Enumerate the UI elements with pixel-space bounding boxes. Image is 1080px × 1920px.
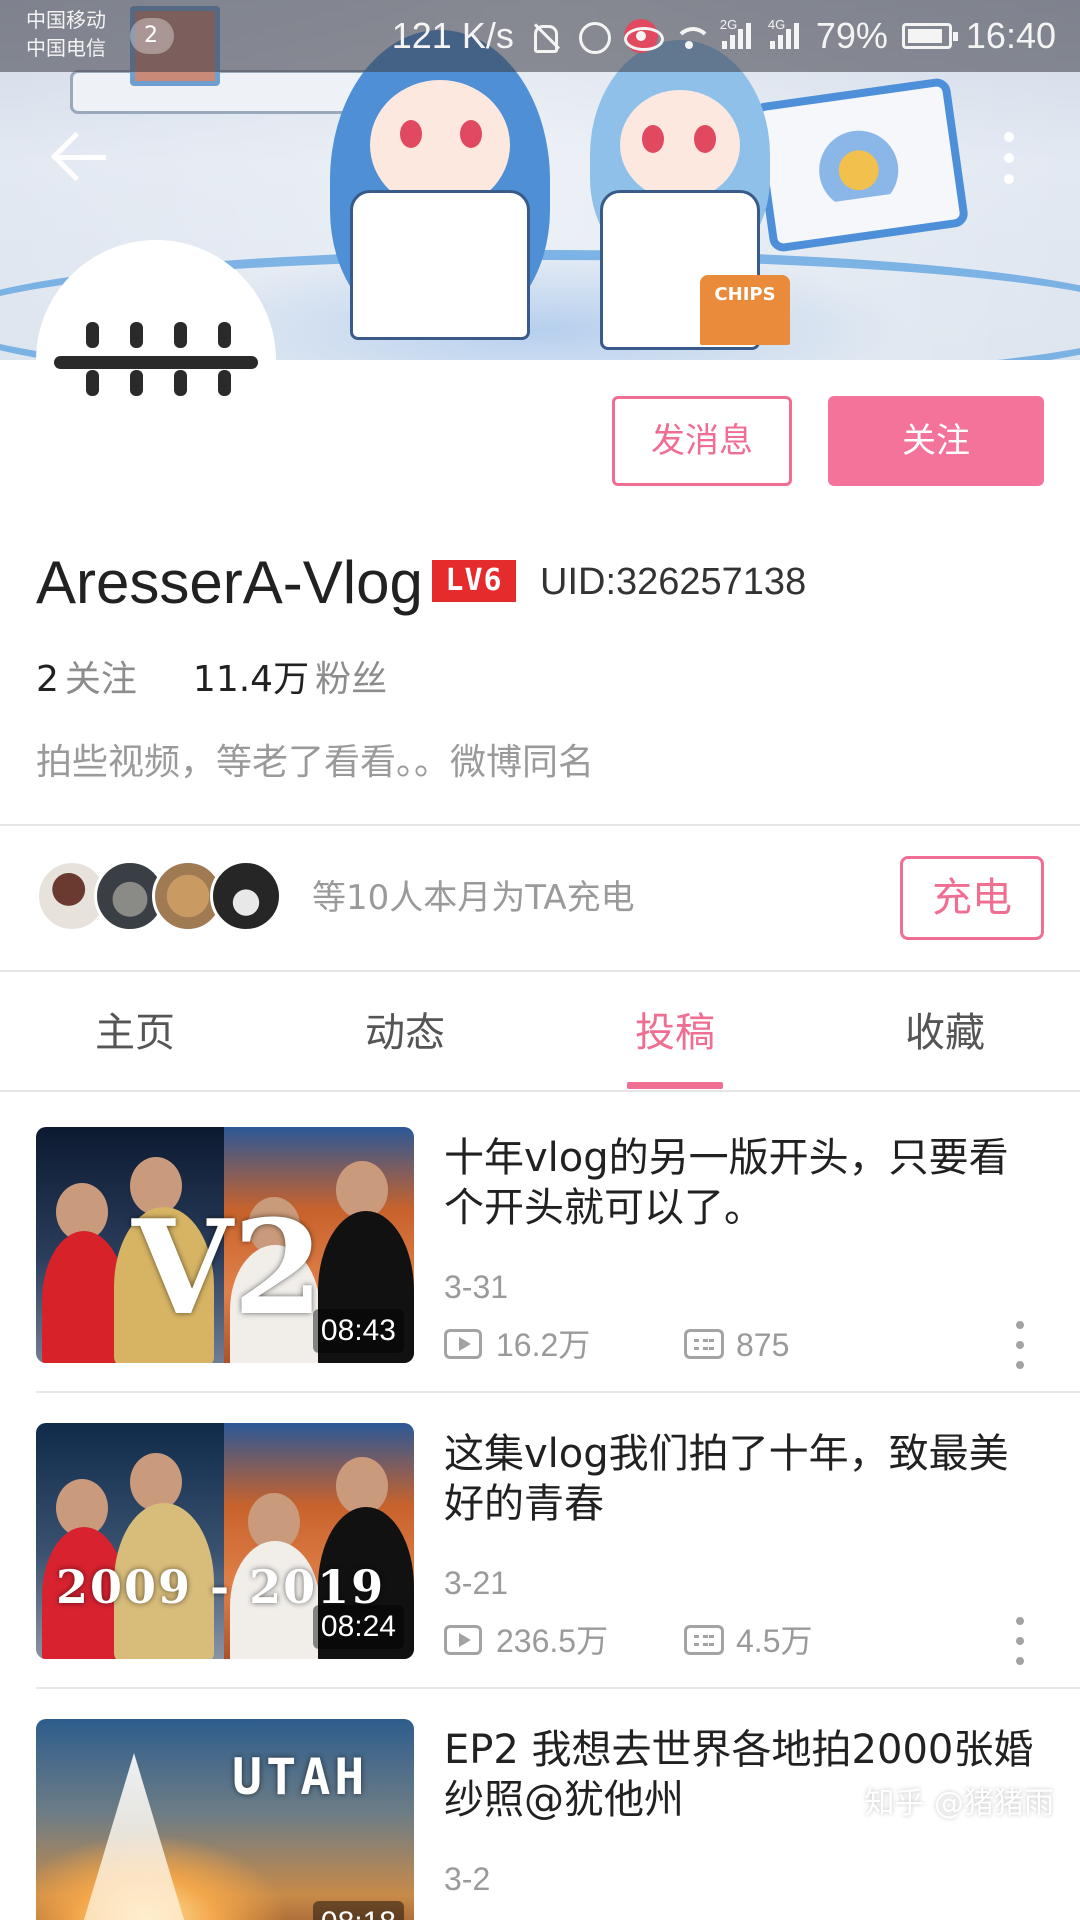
clock: 16:40 [965, 15, 1056, 56]
avatar-logo-mark [130, 370, 143, 396]
divider [36, 1391, 1080, 1393]
avatar-logo-mark [130, 322, 143, 348]
following-count: 2 [36, 659, 59, 700]
avatar-logo-mark [174, 370, 187, 396]
more-vertical-icon[interactable] [990, 128, 1030, 188]
signal-2g-icon: 2G [720, 17, 754, 53]
net-speed: 121 K/s [391, 15, 514, 56]
video-duration: 08:18 [312, 1901, 404, 1920]
play-icon [444, 1329, 482, 1359]
danmaku-icon [684, 1625, 724, 1655]
follow-stats: 2 关注 11.4万 粉丝 [36, 655, 387, 705]
avatar[interactable] [36, 240, 276, 480]
video-duration: 08:43 [312, 1309, 404, 1353]
play-icon [444, 1625, 482, 1655]
avatar-logo-mark [86, 322, 99, 348]
thumbnail-overlay-text: V2 [132, 1191, 324, 1344]
avatar-logo-rail [54, 356, 258, 369]
status-bar: 中国移动 中国电信 2 121 K/s 2G 4G 79% 16:40 [0, 0, 1080, 72]
carrier-labels: 中国移动 中国电信 [26, 6, 106, 62]
follow-button[interactable]: 关注 [828, 396, 1044, 486]
video-title[interactable]: 十年vlog的另一版开头，只要看个开头就可以了。 [444, 1133, 1044, 1233]
alarm-icon [576, 19, 611, 54]
avatar-logo-mark [86, 370, 99, 396]
video-date: 3-31 [444, 1269, 509, 1305]
avatar-logo-mark [218, 322, 231, 348]
video-date: 3-2 [444, 1861, 491, 1897]
following-label: 关注 [64, 659, 137, 700]
video-stats: 16.2万 875 [444, 1323, 1044, 1367]
video-item[interactable]: 2009 - 2019 08:24 这集vlog我们拍了十年，致最美好的青春 3… [0, 1423, 1080, 1719]
wifi-icon [672, 19, 712, 53]
carrier-1: 中国移动 [26, 8, 106, 32]
charge-text[interactable]: 等10人本月为TA充电 [312, 874, 635, 922]
active-tab-indicator [627, 1082, 723, 1089]
banner-chips-bag: CHIPS [700, 275, 790, 345]
video-more-icon[interactable] [1008, 1613, 1032, 1669]
video-more-icon[interactable] [1008, 1317, 1032, 1373]
following-stat[interactable]: 2 关注 [36, 659, 137, 700]
notification-badge: 2 [130, 18, 174, 54]
divider [0, 1090, 1080, 1092]
back-arrow-icon[interactable] [50, 126, 110, 186]
eye-icon [623, 19, 664, 53]
avatar-logo-mark [174, 322, 187, 348]
video-item[interactable]: V2 08:43 十年vlog的另一版开头，只要看个开头就可以了。 3-31 1… [0, 1127, 1080, 1423]
status-indicators: 121 K/s 2G 4G 79% 16:40 [392, 0, 1056, 72]
fans-stat[interactable]: 11.4万 粉丝 [193, 659, 387, 700]
profile-tabs: 主页 动态 投稿 收藏 [0, 972, 1080, 1090]
avatar [210, 860, 282, 932]
divider [0, 824, 1080, 826]
signal-4g-icon: 4G [768, 17, 802, 53]
battery-percent: 79% [815, 15, 888, 56]
carrier-2: 中国电信 [26, 36, 106, 60]
tab-home[interactable]: 主页 [0, 972, 270, 1090]
thumbnail-overlay-text: UTAH [232, 1748, 369, 1806]
danmaku-icon [684, 1329, 724, 1359]
bio: 拍些视频，等老了看看。。微博同名 [36, 742, 595, 783]
mute-icon [528, 19, 562, 53]
tab-dynamics[interactable]: 动态 [270, 972, 540, 1090]
watermark: 知乎 @猪猪雨 [864, 1786, 1054, 1821]
video-stats: 236.5万 4.5万 [444, 1619, 1044, 1663]
danmaku-count: 4.5万 [736, 1623, 813, 1659]
tab-favorites[interactable]: 收藏 [810, 972, 1080, 1090]
view-count: 236.5万 [496, 1623, 609, 1659]
video-thumbnail[interactable]: 2009 - 2019 08:24 [36, 1423, 414, 1659]
video-thumbnail[interactable]: V2 08:43 [36, 1127, 414, 1363]
fans-label: 粉丝 [315, 659, 388, 700]
view-count: 16.2万 [496, 1327, 591, 1363]
tab-uploads[interactable]: 投稿 [540, 972, 810, 1090]
profile-page: CHIPS 中国移动 中国电信 2 121 K/s 2G 4G 79% 16:4… [0, 0, 1080, 1920]
danmaku-count: 875 [736, 1327, 790, 1363]
user-uid: UID:326257138 [540, 561, 807, 603]
video-date: 3-21 [444, 1565, 509, 1601]
video-duration: 08:24 [312, 1605, 404, 1649]
send-message-button[interactable]: 发消息 [612, 396, 792, 486]
divider [36, 1687, 1080, 1689]
charge-button[interactable]: 充电 [900, 856, 1044, 940]
avatar-logo-mark [218, 370, 231, 396]
fans-count: 11.4万 [192, 659, 310, 700]
level-badge: LV6 [432, 560, 516, 602]
charge-supporters[interactable] [36, 860, 296, 936]
username: AresserA-Vlog [36, 549, 423, 616]
battery-icon [901, 23, 958, 49]
video-thumbnail[interactable]: UTAH 08:18 [36, 1719, 414, 1920]
video-title[interactable]: 这集vlog我们拍了十年，致最美好的青春 [444, 1429, 1044, 1529]
